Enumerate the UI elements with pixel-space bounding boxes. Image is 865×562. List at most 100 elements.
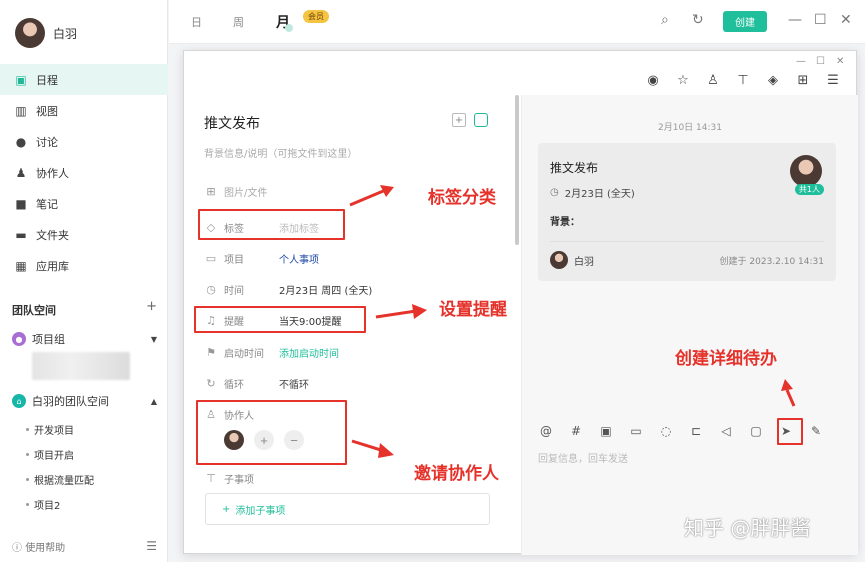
more-menu-icon[interactable]: ☰ — [824, 71, 842, 89]
project-icon: ▭ — [205, 252, 217, 265]
add-subtask-button[interactable]: + 添加子事项 — [205, 493, 490, 525]
tab-day[interactable]: 日 — [191, 14, 202, 30]
blurred-content — [32, 352, 130, 380]
sidebar-item-collaborators[interactable]: ♟ 协作人 — [0, 157, 168, 188]
description-input[interactable]: 背景信息/说明（可拖文件到这里） — [204, 145, 357, 160]
scrollbar[interactable] — [515, 95, 519, 245]
caret-down-icon[interactable]: ▼ — [151, 335, 157, 344]
group-team-space[interactable]: ⌂ 白羽的团队空间 ▲ — [12, 393, 157, 409]
people-icon[interactable]: ♙ — [704, 71, 722, 89]
field-attachment[interactable]: ⊞ 图片/文件 — [204, 184, 267, 199]
time-value[interactable]: 2月23日 周四 (全天) — [279, 282, 372, 297]
sidebar-item-folders[interactable]: ▬ 文件夹 — [0, 219, 168, 250]
screen-icon[interactable]: ▢ — [748, 423, 764, 439]
add-icon[interactable]: + — [452, 113, 466, 127]
image-icon: ⊞ — [206, 185, 216, 198]
creator-name: 白羽 — [574, 256, 594, 268]
list-item[interactable]: 开发项目 — [26, 422, 74, 437]
star-icon[interactable]: ☆ — [674, 71, 692, 89]
card-background-label: 背景： — [550, 217, 580, 228]
reply-input[interactable]: 回复信息，回车发送 — [538, 450, 628, 465]
tab-week[interactable]: 周 — [233, 14, 244, 30]
sidebar-item-label: 日程 — [36, 73, 58, 87]
project-value[interactable]: 个人事项 — [279, 251, 319, 266]
close-icon[interactable]: ✕ — [840, 12, 852, 28]
avatar[interactable] — [15, 18, 45, 48]
field-project[interactable]: ▭ 项目 个人事项 — [204, 251, 319, 266]
watermark: 知乎 @胖胖酱 — [684, 516, 811, 540]
user-name: 白羽 — [53, 26, 78, 41]
member-count-badge: 共1人 — [794, 184, 824, 195]
sidebar-item-notes[interactable]: ■ 笔记 — [0, 188, 168, 219]
activity-pane: 2月10日 14:31 推文发布 ◷ 2月23日 (全天) 背景： 共1人 白羽… — [522, 95, 858, 555]
field-time[interactable]: ◷ 时间 2月23日 周四 (全天) — [204, 282, 372, 297]
sidebar-item-schedule[interactable]: ▣ 日程 — [0, 64, 168, 95]
team-space-title: 团队空间 — [12, 304, 56, 317]
add-team-space-icon[interactable]: + — [146, 300, 157, 318]
user-profile[interactable]: 白羽 — [15, 18, 77, 48]
detail-toolbar: ◉ ☆ ♙ ⊤ ◈ ⊞ ☰ — [644, 71, 842, 89]
search-icon[interactable]: ⌕ — [661, 12, 669, 28]
collab-arrow — [351, 439, 394, 458]
sidebar-item-label: 文件夹 — [36, 228, 69, 242]
group-label: 项目组 — [32, 333, 65, 346]
chat-icon[interactable]: ◌ — [658, 423, 674, 439]
maximize-icon[interactable]: ☐ — [816, 56, 825, 67]
list-item[interactable]: 根据流量匹配 — [26, 472, 94, 487]
repeat-value[interactable]: 不循环 — [279, 376, 309, 391]
group-project[interactable]: ● 项目组 ▼ — [12, 331, 157, 347]
collab-highlight-box — [196, 400, 347, 465]
field-repeat[interactable]: ↻ 循环 不循环 — [204, 376, 309, 391]
field-label: 子事项 — [224, 475, 254, 486]
apps-icon: ▦ — [15, 258, 27, 273]
sidebar-item-label: 讨论 — [36, 135, 58, 149]
at-icon[interactable]: @ — [538, 423, 554, 439]
help-link[interactable]: ⓘ 使用帮助 — [12, 539, 65, 554]
list-item[interactable]: 项目2 — [25, 497, 60, 512]
task-summary-card[interactable]: 推文发布 ◷ 2月23日 (全天) 背景： 共1人 白羽 创建于 2023.2.… — [538, 143, 836, 281]
menu-icon[interactable]: ☰ — [146, 539, 157, 554]
top-bar: 日 周 月 会员 ⌕ ↻ 创建 — ☐ ✕ — [169, 0, 865, 44]
chart-icon: ▥ — [15, 103, 27, 118]
audio-icon[interactable]: ◁ — [718, 423, 734, 439]
minimize-icon[interactable]: — — [788, 12, 802, 28]
caret-up-icon[interactable]: ▲ — [151, 397, 157, 406]
create-button[interactable]: 创建 — [723, 11, 767, 32]
eye-icon[interactable]: ◉ — [644, 71, 662, 89]
branch-icon[interactable]: ⊏ — [688, 423, 704, 439]
group-icon: ● — [12, 332, 26, 346]
image-icon[interactable]: ▣ — [598, 423, 614, 439]
card-creator: 白羽 — [550, 251, 594, 269]
repeat-icon: ↻ — [206, 377, 216, 390]
edit-icon[interactable]: ✎ — [808, 423, 824, 439]
message-timestamp: 2月10日 14:31 — [658, 123, 722, 133]
layers-icon[interactable]: ◈ — [764, 71, 782, 89]
annotation-create-todo: 创建详细待办 — [675, 349, 777, 369]
help-icon: ⓘ — [12, 543, 22, 554]
folder-icon[interactable]: ▭ — [628, 423, 644, 439]
task-title[interactable]: 推文发布 — [204, 113, 260, 133]
complete-checkbox[interactable] — [474, 113, 488, 127]
list-item[interactable]: 项目开启 — [26, 447, 74, 462]
hashtag-icon[interactable]: # — [568, 423, 584, 439]
clock-icon: ◷ — [206, 283, 216, 296]
maximize-icon[interactable]: ☐ — [814, 12, 827, 28]
plus-icon: + — [222, 503, 231, 515]
sidebar-item-view[interactable]: ▥ 视图 — [0, 95, 168, 126]
folder-icon: ▬ — [15, 227, 27, 242]
sidebar-item-apps[interactable]: ▦ 应用库 — [0, 250, 168, 281]
grid-icon[interactable]: ⊞ — [794, 71, 812, 89]
add-start-time-link[interactable]: 添加启动时间 — [279, 345, 339, 360]
field-start-time[interactable]: ⚑ 启动时间 添加启动时间 — [204, 345, 339, 360]
subtask-icon: ⊤ — [206, 472, 216, 485]
refresh-icon[interactable]: ↻ — [692, 12, 704, 28]
close-icon[interactable]: ✕ — [836, 56, 844, 67]
field-label: 图片/文件 — [224, 188, 268, 199]
group-label: 白羽的团队空间 — [32, 395, 109, 408]
minimize-icon[interactable]: — — [796, 56, 806, 67]
tag-highlight-box — [198, 209, 345, 240]
tree-icon[interactable]: ⊤ — [734, 71, 752, 89]
card-created-at: 创建于 2023.2.10 14:31 — [719, 257, 824, 267]
home-icon: ⌂ — [12, 394, 26, 408]
sidebar-item-discussion[interactable]: ● 讨论 — [0, 126, 168, 157]
